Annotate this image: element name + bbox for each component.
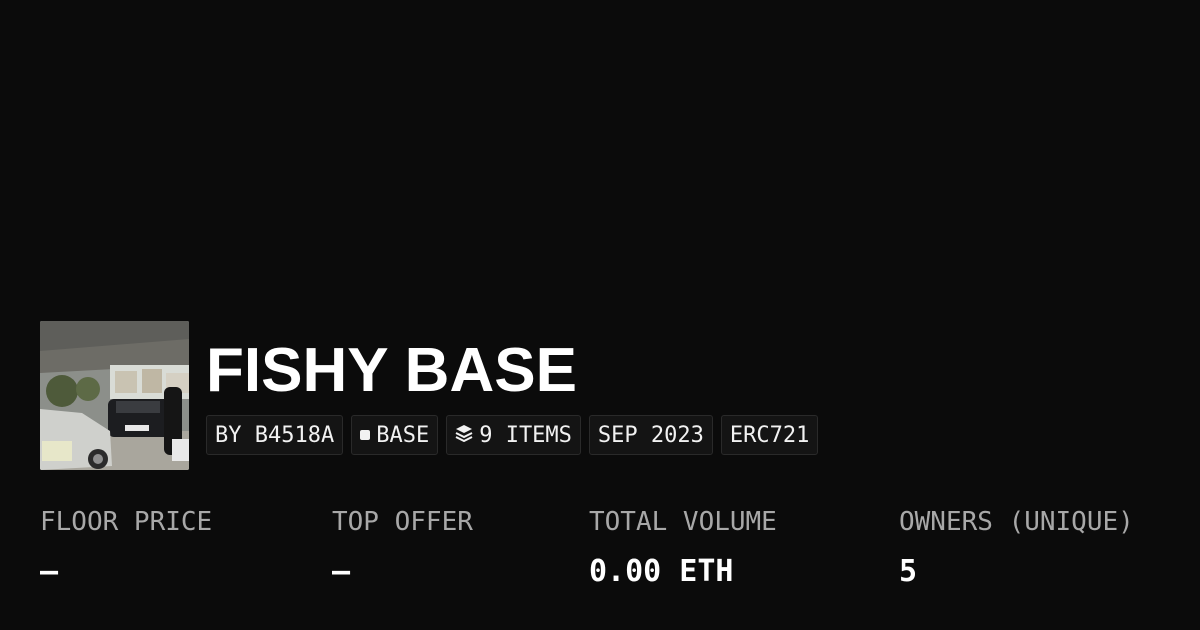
date-label: SEP 2023 xyxy=(597,422,704,448)
layers-icon xyxy=(455,423,473,448)
collection-card: FISHY BASE BY B4518A BASE 9 ITEMS SEP 20… xyxy=(0,0,1200,630)
floor-price-stat: FLOOR PRICE — xyxy=(40,505,212,589)
chain-chip[interactable]: BASE xyxy=(351,415,439,455)
top-offer-label: TOP OFFER xyxy=(332,507,473,537)
date-chip: SEP 2023 xyxy=(588,415,713,455)
creator-chip[interactable]: BY B4518A xyxy=(206,415,344,455)
owners-value: 5 xyxy=(899,554,918,589)
collection-chips: BY B4518A BASE 9 ITEMS SEP 2023 ERC721 xyxy=(206,415,819,455)
top-offer-stat: TOP OFFER — xyxy=(332,505,473,589)
thumbnail-image xyxy=(40,321,189,470)
owners-stat: OWNERS (UNIQUE) 5 xyxy=(899,505,1134,589)
items-label: 9 ITEMS xyxy=(479,422,572,448)
top-offer-value: — xyxy=(332,554,351,589)
square-icon xyxy=(360,430,371,440)
owners-label: OWNERS (UNIQUE) xyxy=(899,507,1134,537)
total-volume-value: 0.00 ETH xyxy=(589,554,734,589)
total-volume-stat: TOTAL VOLUME 0.00 ETH xyxy=(589,505,777,589)
chain-label: BASE xyxy=(376,422,430,448)
items-chip[interactable]: 9 ITEMS xyxy=(446,415,581,455)
total-volume-label: TOTAL VOLUME xyxy=(589,507,777,537)
standard-chip: ERC721 xyxy=(720,415,819,455)
creator-label: BY B4518A xyxy=(215,422,335,448)
floor-price-label: FLOOR PRICE xyxy=(40,507,213,537)
collection-title: FISHY BASE xyxy=(206,336,577,405)
collection-thumbnail xyxy=(40,321,189,470)
standard-label: ERC721 xyxy=(729,422,810,448)
floor-price-value: — xyxy=(40,554,59,589)
